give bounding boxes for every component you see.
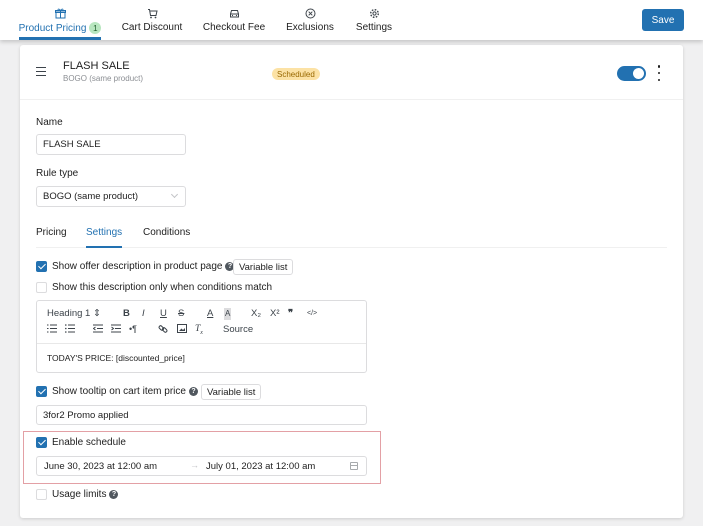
usage-limits-checkbox[interactable] <box>36 489 47 500</box>
show-tooltip-label: Show tooltip on cart item price? <box>52 386 198 397</box>
editor-toolbar: Heading 1 ⇕ B I U S A A X₂ X² ❞ </> •¶ T… <box>37 301 366 344</box>
paragraph-direction-icon[interactable]: •¶ <box>129 323 137 335</box>
tab-exclusions[interactable]: Exclusions <box>286 0 334 40</box>
superscript-button[interactable]: X² <box>270 308 280 320</box>
image-icon[interactable] <box>177 324 187 337</box>
help-icon[interactable]: ? <box>109 489 119 499</box>
rule-subtitle: BOGO (same product) <box>63 74 144 83</box>
show-desc-conditions-checkbox[interactable] <box>36 282 47 293</box>
enable-schedule-checkbox[interactable] <box>36 437 47 448</box>
tooltip-input[interactable]: 3for2 Promo applied <box>36 405 367 425</box>
updown-icon: ⇕ <box>92 308 101 319</box>
tab-label: Product Pricing <box>18 22 87 34</box>
tab-label: Cart Discount <box>121 22 183 33</box>
gift-icon <box>54 7 66 19</box>
circle-x-icon <box>305 7 316 19</box>
background-color-button[interactable]: A <box>224 308 232 320</box>
show-desc-conditions-label: Show this description only when conditio… <box>52 282 273 293</box>
tab-label: Settings <box>355 22 393 33</box>
bullet-list-icon[interactable] <box>65 324 75 337</box>
help-icon[interactable]: ? <box>188 386 198 396</box>
calendar-icon[interactable] <box>350 462 358 470</box>
rule-card: FLASH SALE BOGO (same product) Scheduled… <box>20 45 683 518</box>
arrow-right-icon: → <box>190 460 199 470</box>
car-icon <box>229 7 240 19</box>
text-color-button[interactable]: A <box>207 308 213 320</box>
strikethrough-button[interactable]: S <box>178 308 184 320</box>
subtab-pricing[interactable]: Pricing <box>36 227 67 238</box>
show-offer-description-checkbox[interactable] <box>36 261 47 272</box>
save-button[interactable]: Save <box>642 9 684 31</box>
tab-product-pricing[interactable]: Product Pricing 1 <box>18 0 102 40</box>
rule-type-select[interactable]: BOGO (same product) <box>36 186 186 207</box>
variable-list-button[interactable]: Variable list <box>201 384 262 400</box>
rule-title: FLASH SALE <box>63 60 130 72</box>
bold-button[interactable]: B <box>123 308 130 320</box>
gear-icon <box>369 7 380 19</box>
count-badge: 1 <box>89 22 102 34</box>
show-offer-description-label: Show offer description in product page? <box>52 261 235 272</box>
heading-select[interactable]: Heading 1 ⇕ <box>47 308 101 320</box>
show-offer-description-text: Show offer description in product page <box>52 261 223 272</box>
heading-select-value: Heading 1 <box>47 308 91 319</box>
tab-label: Exclusions <box>286 22 334 33</box>
name-label: Name <box>36 117 63 128</box>
usage-limits-text: Usage limits <box>52 489 107 500</box>
blockquote-button[interactable]: ❞ <box>288 308 293 320</box>
more-options-icon[interactable] <box>656 65 662 81</box>
enable-schedule-label: Enable schedule <box>52 437 126 448</box>
drag-handle-icon[interactable] <box>36 67 46 76</box>
description-editor: Heading 1 ⇕ B I U S A A X₂ X² ❞ </> •¶ T… <box>36 300 367 373</box>
link-icon[interactable] <box>158 324 168 338</box>
top-navigation: Product Pricing 1 Cart Discount Checkout … <box>0 0 703 40</box>
underline-button[interactable]: U <box>160 308 167 320</box>
subscript-button[interactable]: X₂ <box>251 308 261 320</box>
italic-button[interactable]: I <box>142 308 145 320</box>
show-tooltip-checkbox[interactable] <box>36 386 47 397</box>
outdent-icon[interactable] <box>92 324 103 337</box>
ordered-list-icon[interactable] <box>47 324 57 337</box>
rule-enabled-toggle[interactable] <box>617 66 646 81</box>
usage-limits-label: Usage limits? <box>52 489 119 500</box>
variable-list-button[interactable]: Variable list <box>233 259 294 275</box>
status-badge: Scheduled <box>272 68 320 80</box>
editor-content[interactable]: TODAY'S PRICE: [discounted_price] <box>47 353 185 363</box>
tab-cart-discount[interactable]: Cart Discount <box>120 0 184 40</box>
cart-icon <box>147 7 158 19</box>
rule-header: FLASH SALE BOGO (same product) Scheduled <box>20 45 683 100</box>
rule-type-label: Rule type <box>36 168 79 179</box>
clear-format-icon[interactable]: Tx <box>195 323 203 339</box>
rule-subtabs: Pricing Settings Conditions <box>36 223 667 248</box>
source-button[interactable]: Source <box>223 324 253 336</box>
schedule-date-range[interactable]: June 30, 2023 at 12:00 am → July 01, 202… <box>36 456 367 476</box>
subtab-settings[interactable]: Settings <box>86 227 123 248</box>
show-tooltip-text: Show tooltip on cart item price <box>52 386 186 397</box>
rule-type-value: BOGO (same product) <box>43 191 139 202</box>
schedule-end-date[interactable]: July 01, 2023 at 12:00 am <box>206 461 315 472</box>
code-button[interactable]: </> <box>307 308 317 320</box>
indent-icon[interactable] <box>111 324 121 337</box>
tab-checkout-fee[interactable]: Checkout Fee <box>203 0 265 40</box>
name-input[interactable]: FLASH SALE <box>36 134 186 155</box>
chevron-down-icon <box>170 190 179 199</box>
tab-settings[interactable]: Settings <box>355 0 393 40</box>
tab-label: Checkout Fee <box>202 22 266 33</box>
subtab-conditions[interactable]: Conditions <box>143 227 190 238</box>
schedule-start-date[interactable]: June 30, 2023 at 12:00 am <box>44 461 157 472</box>
